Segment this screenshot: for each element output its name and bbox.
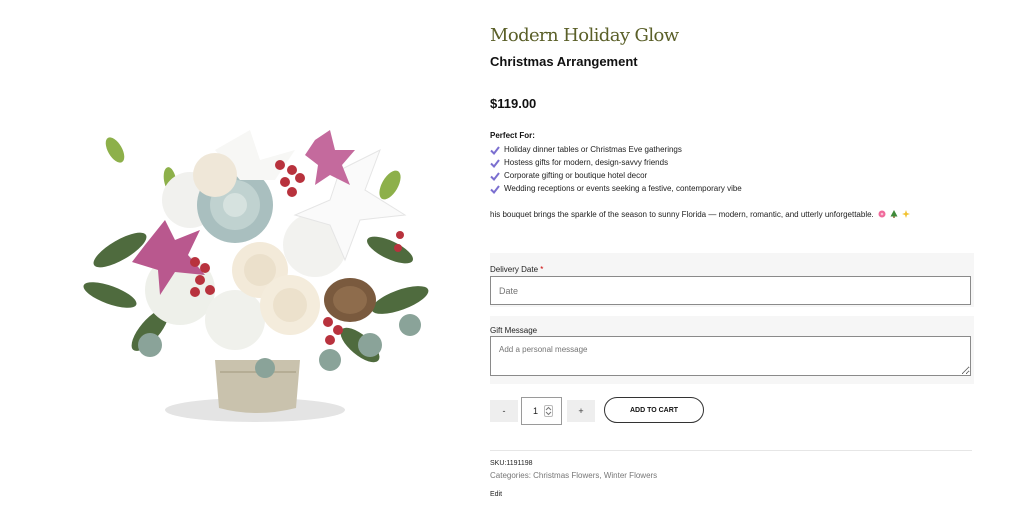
checkmark-icon — [490, 158, 500, 168]
delivery-date-label-text: Delivery Date — [490, 265, 539, 274]
add-to-cart-button[interactable]: ADD TO CART — [604, 397, 704, 423]
quantity-input[interactable]: 1 — [521, 397, 562, 425]
divider — [490, 450, 972, 451]
required-marker: * — [540, 265, 544, 274]
list-item: Holiday dinner tables or Christmas Eve g… — [490, 143, 742, 156]
list-item-text: Wedding receptions or events seeking a f… — [504, 184, 742, 193]
perfect-for-heading: Perfect For: — [490, 131, 535, 140]
list-item-text: Holiday dinner tables or Christmas Eve g… — [504, 145, 682, 154]
list-item: Corporate gifting or boutique hotel deco… — [490, 169, 742, 182]
perfect-for-list: Holiday dinner tables or Christmas Eve g… — [490, 143, 742, 195]
list-item: Hostess gifts for modern, design-savvy f… — [490, 156, 742, 169]
product-price: $119.00 — [490, 96, 537, 111]
quantity-spinner-icon[interactable] — [544, 405, 553, 417]
description-text: his bouquet brings the sparkle of the se… — [490, 210, 874, 219]
quantity-value: 1 — [533, 406, 539, 416]
tree-icon — [890, 210, 898, 218]
sku: SKU:1191198 — [490, 460, 533, 467]
delivery-date-input[interactable] — [490, 276, 971, 305]
bouquet-illustration — [83, 130, 429, 422]
gift-message-textarea[interactable] — [490, 336, 971, 376]
product-description: his bouquet brings the sparkle of the se… — [490, 208, 930, 221]
product-title: Modern Holiday Glow — [490, 25, 679, 46]
list-item-text: Corporate gifting or boutique hotel deco… — [504, 171, 648, 180]
product-image[interactable] — [60, 0, 438, 500]
sku-value: 1191198 — [506, 460, 533, 467]
checkmark-icon — [490, 184, 500, 194]
checkmark-icon — [490, 171, 500, 181]
sparkles-icon — [902, 210, 911, 218]
gift-message-label: Gift Message — [490, 326, 538, 335]
flower-icon — [878, 210, 886, 218]
quantity-decrease-button[interactable]: - — [490, 400, 518, 422]
category-link[interactable]: Christmas Flowers — [533, 471, 599, 480]
product-subtitle: Christmas Arrangement — [490, 54, 638, 69]
quantity-increase-button[interactable]: + — [567, 400, 595, 422]
categories-label: Categories: — [490, 471, 531, 480]
list-item-text: Hostess gifts for modern, design-savvy f… — [504, 158, 669, 167]
categories: Categories: Christmas Flowers, Winter Fl… — [490, 471, 658, 480]
checkmark-icon — [490, 145, 500, 155]
sku-label: SKU: — [490, 460, 507, 467]
category-link[interactable]: Winter Flowers — [604, 471, 657, 480]
delivery-date-label: Delivery Date * — [490, 265, 543, 274]
edit-link[interactable]: Edit — [490, 491, 502, 498]
list-item: Wedding receptions or events seeking a f… — [490, 182, 742, 195]
